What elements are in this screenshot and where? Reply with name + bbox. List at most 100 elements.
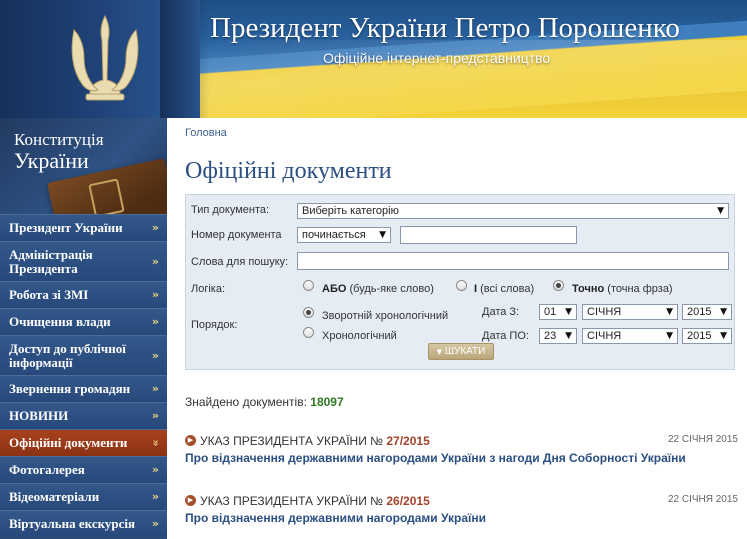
date-to-year-select[interactable]: 2015 ▼: [682, 328, 732, 344]
dropdown-caret-icon: ▼: [666, 331, 673, 341]
date-to-month: СІЧНЯ: [587, 330, 622, 342]
sidebar-item-label: Доступ до публічної інформації: [9, 340, 126, 370]
page-title: Офіційні документи: [185, 158, 392, 184]
date-to-day-select[interactable]: 23 ▼: [539, 328, 577, 344]
banner-fold: [160, 0, 210, 118]
chevron-down-icon: ▼: [436, 348, 443, 356]
double-chevron-right-icon: »: [151, 382, 159, 395]
sidebar-item-label: Віртуальна екскурсія: [9, 516, 136, 531]
document-header: ▶ УКАЗ ПРЕЗИДЕНТА УКРАЇНИ № 26/2015 22 С…: [185, 494, 741, 510]
dropdown-caret-icon: ▼: [720, 307, 727, 317]
document-number: 26/2015: [386, 494, 430, 508]
search-button-label: ШУКАТИ: [444, 346, 486, 357]
sidebar-item-official-documents[interactable]: Офіційні документи »: [0, 429, 167, 456]
dropdown-caret-icon: ▼: [717, 206, 724, 216]
double-chevron-right-icon: »: [151, 315, 159, 328]
document-title-link[interactable]: Про відзначення державними нагородами Ук…: [185, 451, 686, 465]
search-words-label: Слова для пошуку:: [191, 256, 289, 268]
document-item: ▶ УКАЗ ПРЕЗИДЕНТА УКРАЇНИ № 27/2015 22 С…: [185, 434, 741, 465]
sidebar-item-media[interactable]: Робота зі ЗМІ »: [0, 281, 167, 308]
sidebar-item-label: Очищення влади: [9, 314, 111, 329]
sidebar-item-label: Адміністрація Президента: [9, 246, 93, 276]
dropdown-caret-icon: ▼: [720, 331, 727, 341]
document-date: 22 СІЧНЯ 2015: [667, 434, 738, 445]
order-chrono-label: Хронологічний: [322, 330, 397, 342]
document-type: УКАЗ ПРЕЗИДЕНТА УКРАЇНИ № 26/2015: [200, 494, 430, 508]
document-date: 22 СІЧНЯ 2015: [667, 494, 738, 505]
main-content: Головна Офіційні документи Тип документа…: [167, 118, 747, 539]
logic-exact-radio[interactable]: [553, 280, 564, 291]
sidebar-item-appeals[interactable]: Звернення громадян »: [0, 375, 167, 402]
constitution-title-line2: України: [14, 148, 89, 173]
site-subtitle: Офіційне інтернет-представництво: [323, 50, 551, 66]
sidebar-item-label: Президент України: [9, 220, 123, 235]
double-chevron-right-icon: »: [151, 517, 159, 530]
double-chevron-right-icon: »: [151, 348, 159, 362]
sidebar-nav: Президент України » Адміністрація Презид…: [0, 214, 167, 537]
date-from-year-select[interactable]: 2015 ▼: [682, 304, 732, 320]
date-from-day: 01: [544, 306, 557, 318]
document-search-form: Тип документа: Виберіть категорію ▼ Номе…: [185, 194, 735, 370]
breadcrumb[interactable]: Головна: [185, 127, 227, 139]
search-button[interactable]: ▼ ШУКАТИ: [428, 343, 494, 360]
sidebar-item-president[interactable]: Президент України »: [0, 214, 167, 241]
doc-number-input[interactable]: [400, 226, 577, 244]
site-title[interactable]: Президент України Петро Порошенко: [210, 12, 680, 45]
sidebar-item-administration[interactable]: Адміністрація Президента »: [0, 241, 167, 281]
date-to-day: 23: [544, 330, 557, 342]
sidebar-item-lustration[interactable]: Очищення влади »: [0, 308, 167, 335]
order-reverse-radio[interactable]: [303, 307, 314, 318]
order-reverse-label: Зворотній хронологічний: [322, 310, 449, 322]
date-from-year: 2015: [687, 306, 712, 318]
order-label: Порядок:: [191, 319, 238, 331]
sidebar-item-label: Робота зі ЗМІ: [9, 287, 89, 302]
logic-exact-label: Точно (точна фрза): [572, 283, 673, 295]
sidebar-item-label: НОВИНИ: [9, 408, 69, 423]
constitution-title-line1: Конституція: [14, 130, 104, 149]
logic-and-label: І (всі слова): [474, 283, 535, 295]
double-chevron-right-icon: »: [151, 463, 159, 476]
results-count: Знайдено документів: 18097: [185, 395, 344, 409]
play-bullet-icon: ▶: [185, 495, 196, 506]
sidebar-item-label: Фотогалерея: [9, 462, 85, 477]
date-to-year: 2015: [687, 330, 712, 342]
dropdown-caret-icon: ▼: [379, 230, 386, 240]
logic-or-label: АБО (будь-яке слово): [322, 283, 434, 295]
sidebar-item-photo-gallery[interactable]: Фотогалерея »: [0, 456, 167, 483]
sidebar: Конституція України Президент України » …: [0, 118, 167, 539]
doc-type-value: Виберіть категорію: [302, 205, 399, 217]
doc-number-mode-select[interactable]: починається ▼: [297, 227, 391, 243]
order-chrono-radio[interactable]: [303, 327, 314, 338]
sidebar-item-news[interactable]: НОВИНИ »: [0, 402, 167, 429]
date-from-day-select[interactable]: 01 ▼: [539, 304, 577, 320]
results-count-value: 18097: [310, 395, 344, 409]
sidebar-item-video[interactable]: Відеоматеріали »: [0, 483, 167, 510]
dropdown-caret-icon: ▼: [666, 307, 673, 317]
document-title-link[interactable]: Про відзначення державними нагородами Ук…: [185, 511, 486, 525]
play-bullet-icon: ▶: [185, 435, 196, 446]
document-number: 27/2015: [386, 434, 430, 448]
date-from-label: Дата З:: [482, 306, 520, 318]
date-from-month-select[interactable]: СІЧНЯ ▼: [582, 304, 678, 320]
constitution-banner[interactable]: Конституція України: [0, 118, 167, 214]
document-header: ▶ УКАЗ ПРЕЗИДЕНТА УКРАЇНИ № 27/2015 22 С…: [185, 434, 741, 450]
logic-or-radio[interactable]: [303, 280, 314, 291]
site-header: Президент України Петро Порошенко Офіцій…: [0, 0, 747, 118]
date-to-month-select[interactable]: СІЧНЯ ▼: [582, 328, 678, 344]
sidebar-item-virtual-tour[interactable]: Віртуальна екскурсія »: [0, 510, 167, 537]
double-chevron-right-icon: »: [151, 490, 159, 503]
date-to-label: Дата ПО:: [482, 330, 529, 342]
logic-and-radio[interactable]: [456, 280, 467, 291]
double-chevron-down-icon: »: [149, 439, 163, 447]
logic-label: Логіка:: [191, 283, 226, 295]
double-chevron-right-icon: »: [151, 409, 159, 422]
document-item: ▶ УКАЗ ПРЕЗИДЕНТА УКРАЇНИ № 26/2015 22 С…: [185, 494, 741, 525]
doc-number-mode-value: починається: [302, 229, 366, 241]
sidebar-item-public-info[interactable]: Доступ до публічної інформації »: [0, 335, 167, 375]
doc-type-select[interactable]: Виберіть категорію ▼: [297, 203, 729, 219]
dropdown-caret-icon: ▼: [565, 307, 572, 317]
doc-number-label: Номер документа: [191, 229, 282, 241]
sidebar-item-label: Офіційні документи: [9, 435, 128, 450]
search-words-input[interactable]: [297, 252, 729, 270]
document-type: УКАЗ ПРЕЗИДЕНТА УКРАЇНИ № 27/2015: [200, 434, 430, 448]
